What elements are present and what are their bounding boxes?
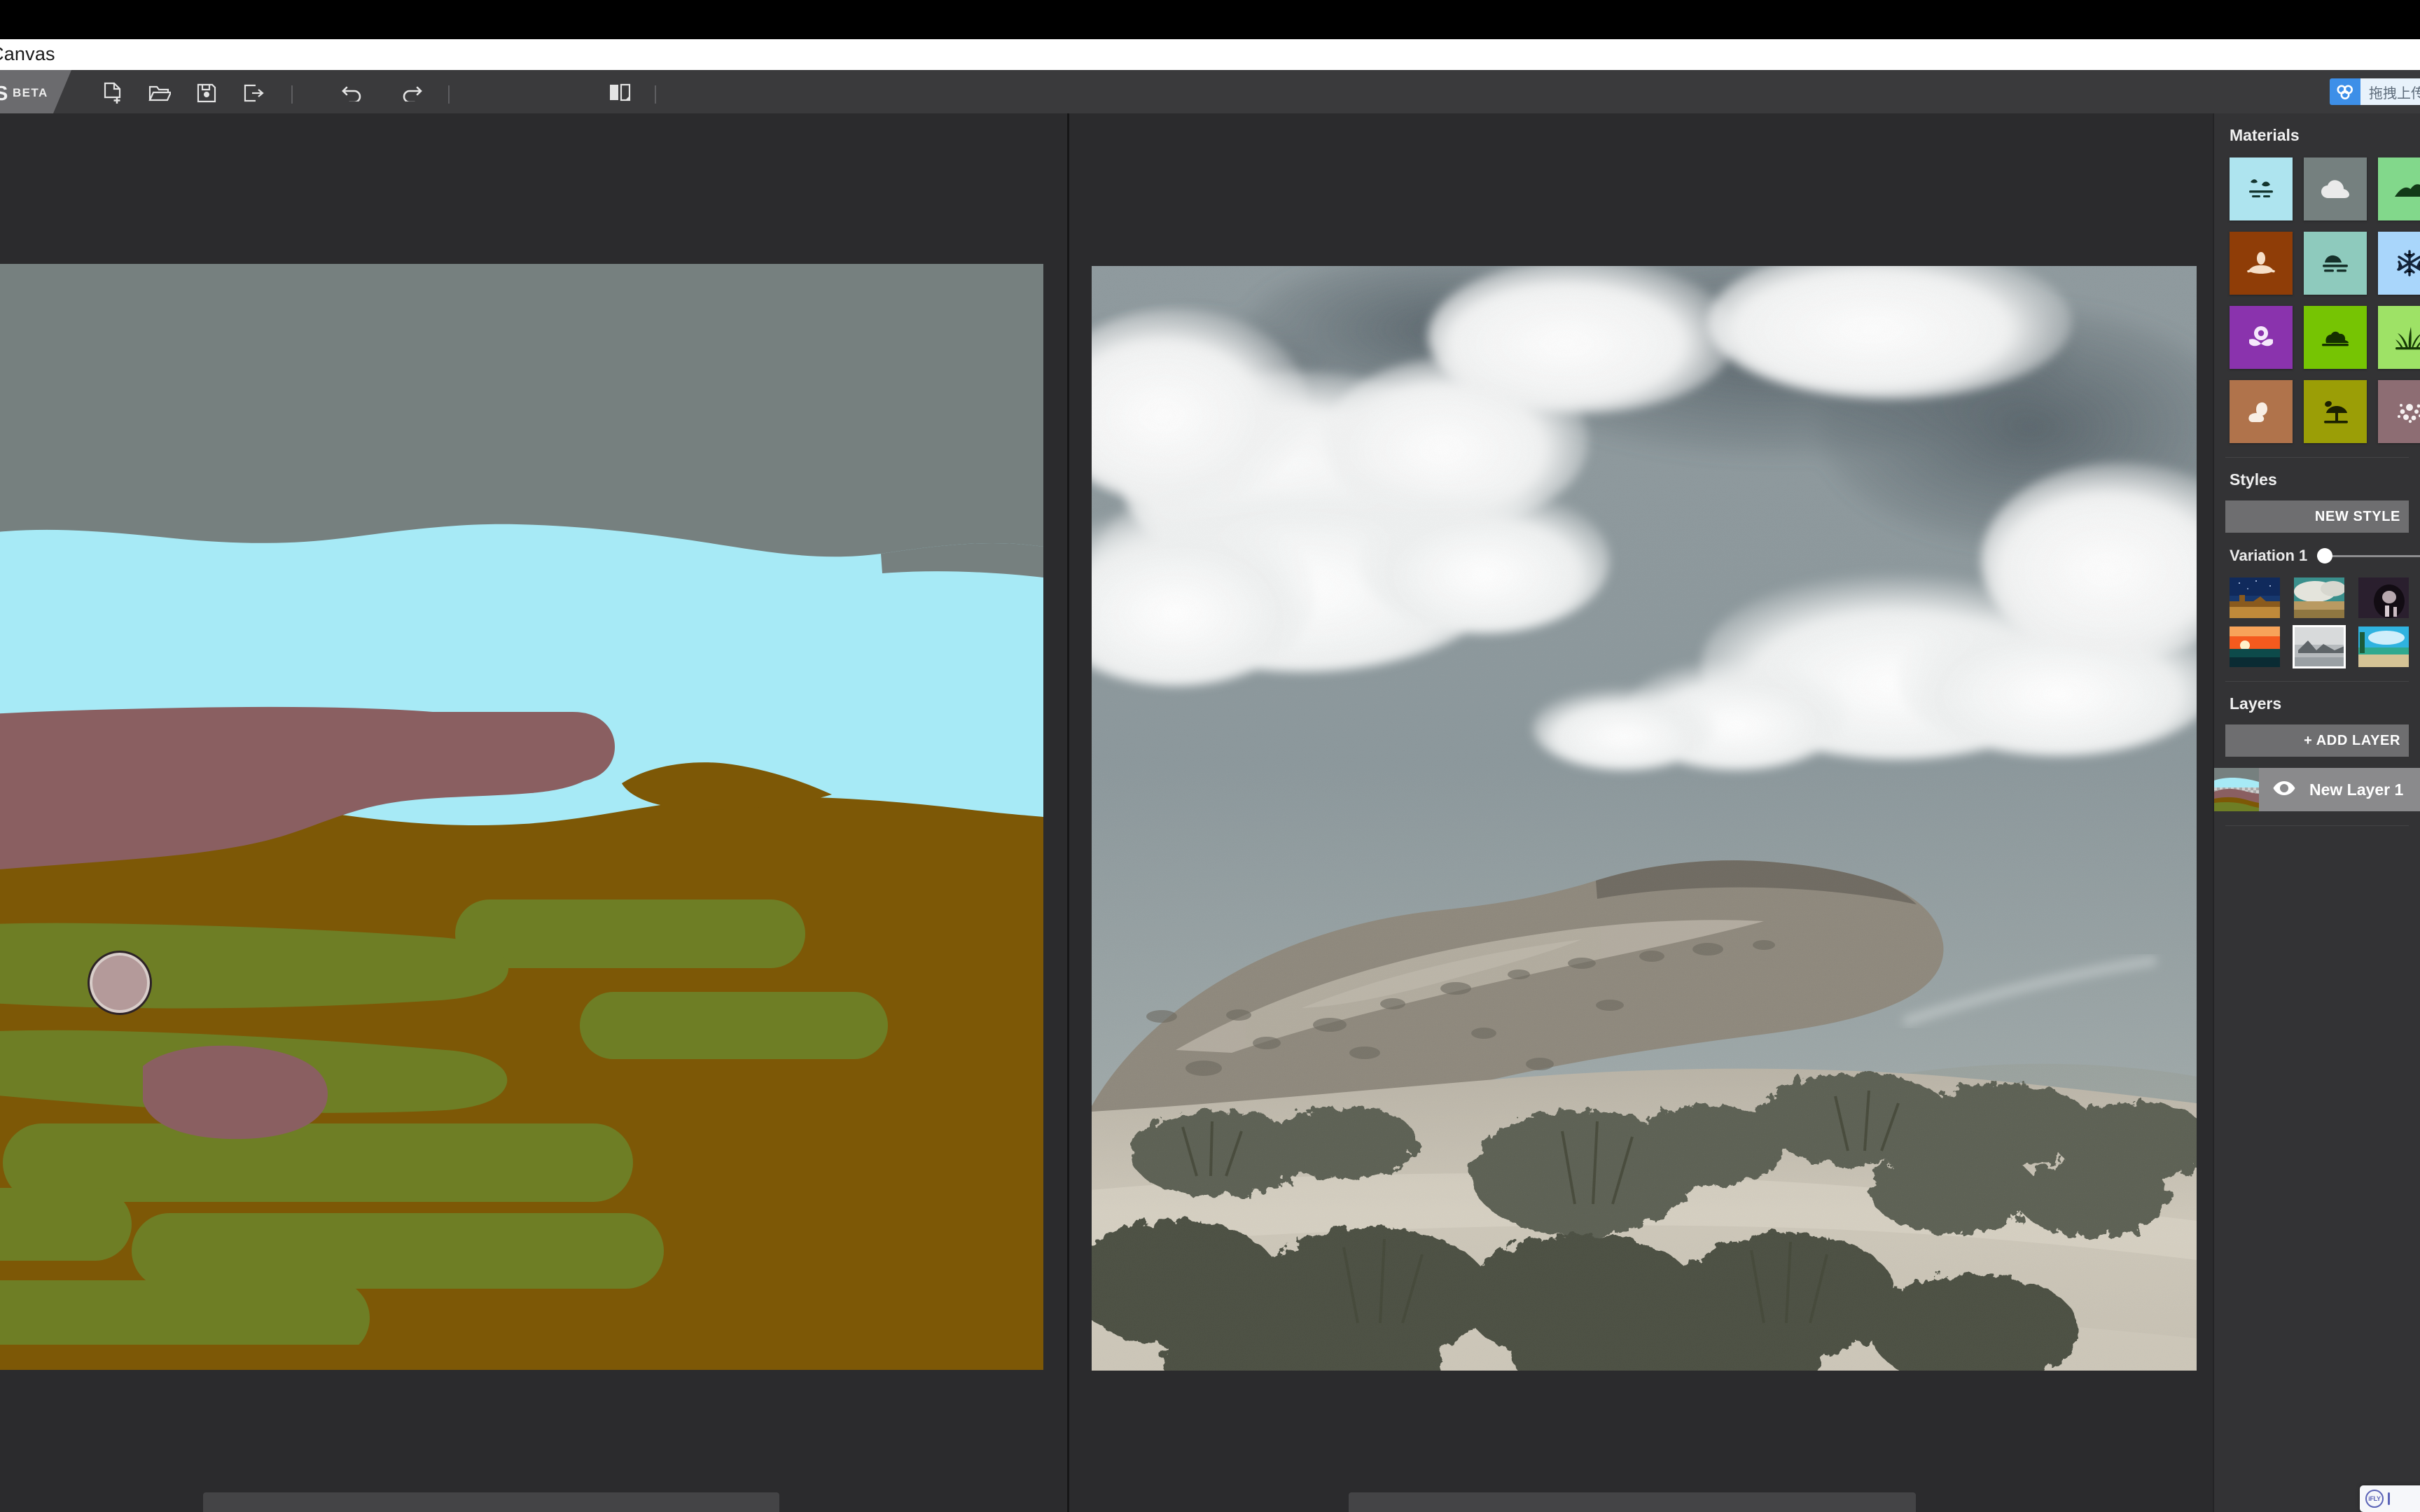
- layer-name: New Layer 1: [2309, 780, 2403, 799]
- logo-glyph: S: [0, 83, 8, 106]
- ifly-floating-widget[interactable]: iFLY: [2360, 1485, 2420, 1512]
- left-pane-horizontal-scrollbar[interactable]: [203, 1492, 779, 1512]
- rock-icon: [2246, 400, 2276, 424]
- mud-icon: [2246, 249, 2276, 277]
- material-rock[interactable]: [2230, 380, 2293, 443]
- segmentation-pane[interactable]: [0, 113, 1067, 1512]
- new-style-button[interactable]: NEW STYLE: [2225, 500, 2409, 533]
- generated-image[interactable]: [1092, 266, 2197, 1371]
- export-button[interactable]: [239, 81, 267, 105]
- hill-icon: [2393, 178, 2420, 200]
- right-pane-horizontal-scrollbar[interactable]: [1349, 1492, 1916, 1512]
- style-cloudy-field[interactable]: [2294, 578, 2344, 618]
- toolbar-separator-2: [448, 85, 450, 104]
- main-toolbar: S BETA: [0, 70, 2420, 113]
- sky-icon: [2245, 175, 2277, 203]
- styles-grid: [2214, 565, 2420, 667]
- layers-section-title: Layers: [2214, 682, 2420, 713]
- segmentation-canvas[interactable]: [0, 264, 1043, 1370]
- canvas-vertical-scrollbar[interactable]: [1049, 113, 1067, 1512]
- divider-layers-bottom: [2225, 825, 2409, 826]
- material-tree[interactable]: [2304, 380, 2367, 443]
- slider-knob[interactable]: [2317, 548, 2332, 564]
- window-titlebar: Canvas: [0, 39, 2420, 70]
- styles-section-title: Styles: [2214, 458, 2420, 489]
- ifly-handle[interactable]: [2388, 1492, 2390, 1505]
- style-ocean-sunset[interactable]: [2230, 626, 2280, 667]
- beta-badge: BETA: [13, 86, 48, 100]
- undo-icon: [341, 85, 363, 102]
- redo-button[interactable]: [398, 81, 426, 105]
- style-grey-mountain[interactable]: [2294, 626, 2344, 667]
- brush-cursor: [88, 951, 152, 1015]
- ifly-logo-icon: iFLY: [2365, 1490, 2384, 1508]
- material-bush[interactable]: [2304, 306, 2367, 369]
- layer-thumbnail: [2214, 768, 2259, 811]
- eye-icon: [2273, 780, 2295, 799]
- new-document-button[interactable]: [99, 81, 127, 105]
- cloud-upload-pill[interactable]: 拖拽上传: [2330, 78, 2420, 105]
- flower-icon: [2246, 323, 2276, 352]
- material-cloud[interactable]: [2304, 158, 2367, 220]
- split-view-icon: [609, 83, 631, 104]
- layer-visibility-toggle[interactable]: [2259, 780, 2309, 799]
- grass-icon: [2394, 324, 2420, 351]
- variation-row: Variation 1: [2214, 533, 2420, 565]
- new-document-icon: [102, 82, 123, 104]
- bush-icon: [2319, 328, 2351, 347]
- save-button[interactable]: [193, 81, 221, 105]
- toolbar-separator-1: [291, 85, 293, 104]
- variation-label: Variation 1: [2230, 547, 2307, 565]
- materials-grid: [2214, 145, 2420, 443]
- export-icon: [243, 83, 264, 103]
- right-sidebar: Materials: [2213, 113, 2420, 1512]
- material-snow[interactable]: [2378, 232, 2420, 295]
- sand-icon: [2395, 398, 2420, 426]
- style-tropical-beach[interactable]: [2358, 626, 2409, 667]
- generated-pane[interactable]: [1069, 113, 2213, 1512]
- material-flower[interactable]: [2230, 306, 2293, 369]
- style-dark-cave[interactable]: [2358, 578, 2409, 618]
- workspace: [0, 113, 2420, 1512]
- layer-row[interactable]: New Layer 1: [2214, 768, 2420, 811]
- add-layer-button[interactable]: + ADD LAYER: [2225, 724, 2409, 757]
- materials-section-title: Materials: [2214, 113, 2420, 145]
- tree-icon: [2320, 398, 2351, 426]
- cloud-drive-icon: [2330, 78, 2360, 105]
- open-file-button[interactable]: [146, 81, 174, 105]
- cloud-icon: [2319, 177, 2351, 201]
- material-sky[interactable]: [2230, 158, 2293, 220]
- material-hill[interactable]: [2378, 158, 2420, 220]
- app-window: Canvas S BETA: [0, 0, 2420, 1512]
- undo-button[interactable]: [338, 81, 366, 105]
- slider-rail: [2317, 555, 2420, 557]
- cloud-upload-text: 拖拽上传: [2360, 78, 2420, 105]
- redo-icon: [401, 85, 423, 102]
- split-view-button[interactable]: [606, 81, 634, 105]
- window-title: Canvas: [0, 43, 55, 65]
- material-grass[interactable]: [2378, 306, 2420, 369]
- style-desert-night[interactable]: [2230, 578, 2280, 618]
- material-mud[interactable]: [2230, 232, 2293, 295]
- variation-slider[interactable]: [2317, 548, 2420, 564]
- material-sand[interactable]: [2378, 380, 2420, 443]
- snowflake-icon: [2395, 248, 2420, 278]
- material-fog[interactable]: [2304, 232, 2367, 295]
- toolbar-separator-3: [655, 85, 656, 104]
- fog-icon: [2319, 251, 2351, 276]
- app-logo: S BETA: [0, 70, 53, 113]
- save-icon: [197, 83, 216, 103]
- open-folder-icon: [148, 83, 171, 103]
